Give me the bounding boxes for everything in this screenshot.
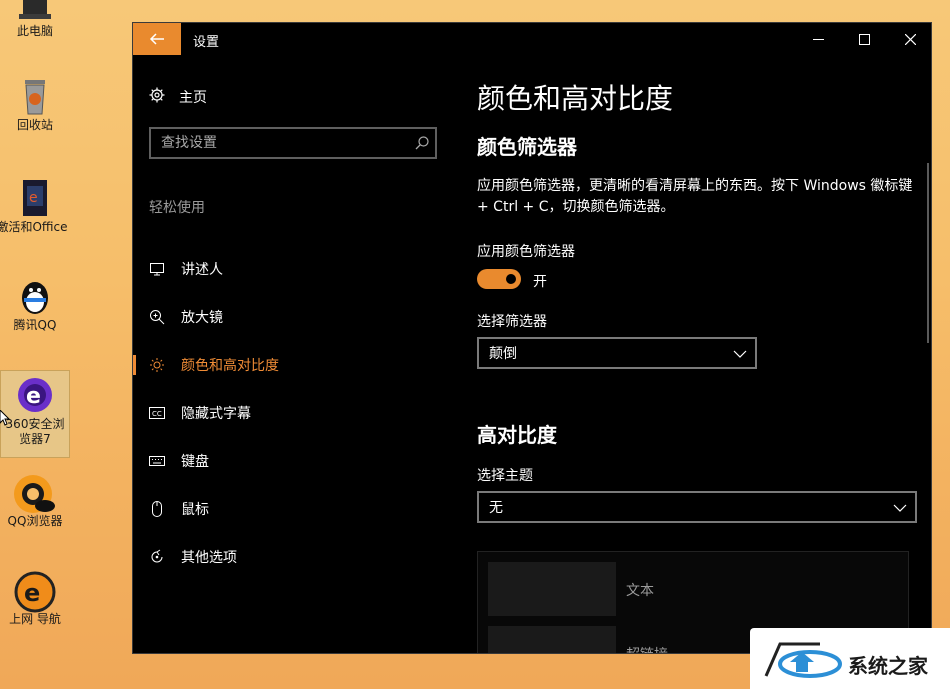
mouse-cursor-icon — [0, 409, 11, 430]
nav-item-label: 隐藏式字幕 — [181, 406, 251, 422]
desktop-icon-label: 腾讯QQ — [13, 318, 57, 332]
nav-item-narrator[interactable]: 讲述人 — [133, 247, 453, 291]
svg-text:e: e — [26, 384, 41, 409]
hyperlink-color-swatch[interactable] — [488, 626, 616, 653]
active-marker — [133, 355, 136, 375]
desktop-icon-activate-office[interactable]: e 激活和Office — [0, 178, 70, 235]
preview-hyperlink-label: 超链接 — [626, 644, 668, 653]
nav-section-label: 轻松使用 — [149, 200, 205, 216]
nav-item-keyboard[interactable]: 键盘 — [133, 439, 453, 483]
keyboard-icon — [133, 455, 181, 467]
nav-item-label: 放大镜 — [181, 310, 223, 326]
nav-item-other-options[interactable]: 其他选项 — [133, 535, 453, 579]
theme-select-label: 选择主题 — [477, 468, 533, 484]
title-bar: 设置 — [133, 23, 931, 55]
filter-select-label: 选择筛选器 — [477, 314, 547, 330]
minimize-button[interactable] — [795, 23, 841, 55]
svg-text:CC: CC — [152, 410, 162, 418]
settings-search[interactable] — [149, 127, 437, 159]
desktop-icon-label: 上网 导航 — [9, 612, 61, 626]
nav-item-captions[interactable]: CC 隐藏式字幕 — [133, 391, 453, 435]
nav-home-label: 主页 — [179, 90, 207, 106]
caption-icon: CC — [133, 407, 181, 419]
desktop-icon-label: QQ浏览器 — [7, 514, 63, 528]
minimize-icon — [812, 30, 824, 49]
maximize-icon — [858, 30, 870, 49]
watermark-logo-icon — [760, 636, 844, 686]
web-navigation-icon: e — [14, 570, 56, 613]
desktop-icon-360-browser[interactable]: e 360安全浏览器7 — [0, 370, 70, 458]
chevron-down-icon — [733, 347, 747, 363]
nav-item-label: 讲述人 — [181, 262, 223, 278]
high-contrast-heading: 高对比度 — [477, 423, 557, 447]
computer-icon — [15, 0, 55, 22]
desktop-icon-label: 激活和Office — [0, 220, 68, 234]
settings-window: 设置 主页 轻松使用 讲述人 — [132, 22, 932, 654]
theme-select[interactable]: 无 — [477, 491, 917, 523]
toggle-knob — [506, 274, 516, 284]
desktop-icon-label: 此电脑 — [16, 24, 53, 38]
nav-item-color-contrast[interactable]: 颜色和高对比度 — [133, 343, 453, 387]
window-title: 设置 — [193, 35, 220, 50]
toggle-state-text: 开 — [533, 274, 547, 290]
nav-item-label: 其他选项 — [181, 550, 237, 566]
360-browser-icon: e — [15, 375, 55, 415]
settings-nav: 主页 轻松使用 讲述人 放大镜 颜色和高对比度 CC 隐藏式字幕 — [133, 55, 453, 653]
settings-content: 颜色和高对比度 颜色筛选器 应用颜色筛选器，更清晰的看清屏幕上的东西。按下 Wi… — [477, 55, 931, 653]
search-input[interactable] — [151, 129, 401, 157]
page-title: 颜色和高对比度 — [477, 82, 674, 115]
maximize-button[interactable] — [841, 23, 887, 55]
desktop-icon-web-nav[interactable]: e 上网 导航 — [0, 570, 70, 627]
filter-select[interactable]: 颠倒 — [477, 337, 757, 369]
narrator-icon — [133, 261, 181, 277]
arrow-left-icon — [149, 30, 165, 49]
nav-item-label: 颜色和高对比度 — [181, 358, 279, 374]
office-activator-icon: e — [15, 178, 55, 218]
close-button[interactable] — [887, 23, 931, 55]
qq-browser-icon — [14, 472, 55, 513]
watermark: 系统之家 — [750, 628, 950, 689]
nav-item-magnifier[interactable]: 放大镜 — [133, 295, 453, 339]
theme-select-value: 无 — [489, 500, 503, 516]
desktop-icon-label: 回收站 — [16, 118, 53, 132]
svg-text:e: e — [24, 579, 40, 607]
desktop-icon-label: 360安全浏览器7 — [5, 417, 65, 446]
search-icon[interactable] — [415, 135, 429, 154]
svg-text:e: e — [29, 190, 38, 206]
nav-item-label: 键盘 — [181, 454, 209, 470]
desktop-icon-qq-browser[interactable]: QQ浏览器 — [0, 472, 70, 529]
other-options-icon — [133, 549, 181, 565]
toggle-label: 应用颜色筛选器 — [477, 244, 575, 260]
scrollbar[interactable] — [927, 163, 929, 343]
desktop-icon-recycle-bin[interactable]: 回收站 — [0, 76, 70, 133]
recycle-bin-icon — [15, 76, 55, 116]
preview-text-label: 文本 — [626, 583, 654, 599]
close-icon — [904, 30, 916, 49]
watermark-text: 系统之家 — [848, 654, 928, 678]
nav-home[interactable]: 主页 — [149, 85, 207, 109]
filter-select-value: 颠倒 — [489, 346, 517, 362]
color-filter-toggle[interactable] — [477, 269, 521, 289]
desktop-icon-this-pc[interactable]: 此电脑 — [0, 0, 70, 39]
color-filter-description: 应用颜色筛选器，更清晰的看清屏幕上的东西。按下 Windows 徽标键 + Ct… — [477, 178, 913, 215]
gear-icon — [149, 87, 179, 107]
text-color-swatch[interactable] — [488, 562, 616, 616]
nav-item-label: 鼠标 — [181, 502, 209, 518]
qq-penguin-icon — [15, 276, 55, 316]
magnifier-icon — [133, 309, 181, 325]
chevron-down-icon — [893, 501, 907, 517]
mouse-icon — [133, 501, 181, 517]
brightness-icon — [133, 357, 181, 373]
back-button[interactable] — [133, 23, 181, 55]
desktop-icon-qq[interactable]: 腾讯QQ — [0, 276, 70, 333]
color-filter-heading: 颜色筛选器 — [477, 135, 577, 159]
nav-item-mouse[interactable]: 鼠标 — [133, 487, 453, 531]
